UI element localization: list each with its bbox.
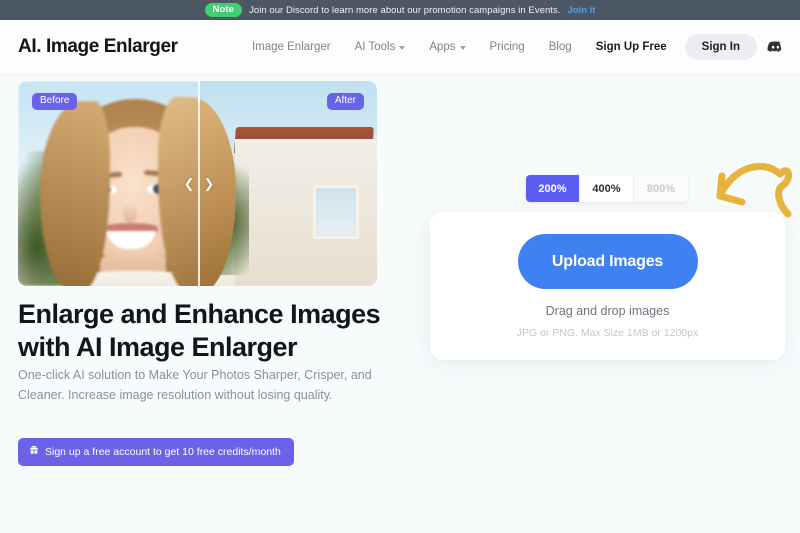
upload-images-button[interactable]: Upload Images — [517, 234, 698, 289]
banner-text: Join our Discord to learn more about our… — [249, 4, 561, 16]
before-image — [18, 81, 198, 286]
before-after-comparison[interactable]: ❮ ❯ Before After — [18, 81, 377, 286]
discord-icon[interactable] — [767, 39, 784, 56]
free-credits-label: Sign up a free account to get 10 free cr… — [45, 445, 281, 458]
nav-item-blog[interactable]: Blog — [537, 41, 584, 53]
banner-join-link[interactable]: Join it — [567, 5, 595, 16]
nav-item-image-enlarger[interactable]: Image Enlarger — [240, 41, 343, 53]
note-badge: Note — [204, 2, 243, 18]
nav-item-pricing[interactable]: Pricing — [478, 41, 537, 53]
scale-selector: 200% 400% 800% — [526, 175, 688, 202]
nav-label: Blog — [548, 41, 572, 53]
file-requirements-label: JPG or PNG. Max Size 1MB or 1200px — [516, 327, 699, 339]
nose-shape — [123, 203, 137, 223]
nav-label: Pricing — [489, 41, 525, 53]
window-shape — [313, 185, 359, 239]
page-title: Enlarge and Enhance Images with AI Image… — [18, 299, 381, 362]
sign-in-button[interactable]: Sign In — [684, 34, 757, 60]
hair-front-left — [40, 101, 110, 286]
before-badge: Before — [32, 93, 78, 110]
nav-label: AI Tools — [354, 41, 396, 53]
chevron-left-icon: ❮ — [183, 175, 195, 191]
upload-dropzone[interactable]: Upload Images Drag and drop images JPG o… — [430, 212, 785, 360]
site-header: AI. Image Enlarger Image Enlarger AI Too… — [0, 20, 800, 75]
chevron-down-icon — [399, 46, 406, 50]
after-badge: After — [326, 93, 364, 110]
nav-item-sign-up-free[interactable]: Sign Up Free — [584, 41, 679, 53]
nav-label: Sign Up Free — [595, 41, 667, 53]
nav-label: Image Enlarger — [251, 41, 331, 53]
drag-drop-label: Drag and drop images — [545, 304, 670, 318]
scale-option-400[interactable]: 400% — [580, 175, 634, 202]
main-nav: Image Enlarger AI Tools Apps Pricing Blo… — [240, 34, 788, 60]
nav-label: Apps — [429, 41, 456, 53]
scale-option-800: 800% — [634, 175, 688, 202]
nav-item-ai-tools[interactable]: AI Tools — [343, 41, 418, 53]
nav-item-apps[interactable]: Apps — [417, 41, 477, 53]
page-subtitle: One-click AI solution to Make Your Photo… — [18, 368, 372, 403]
scale-option-200[interactable]: 200% — [526, 175, 580, 202]
free-credits-button[interactable]: Sign up a free account to get 10 free cr… — [18, 438, 294, 466]
after-photo — [198, 81, 377, 286]
comparison-slider-handle[interactable]: ❮ ❯ — [179, 173, 219, 193]
chevron-down-icon — [459, 46, 466, 50]
promo-banner: Note Join our Discord to learn more abou… — [0, 0, 800, 20]
chevron-right-icon: ❯ — [203, 175, 215, 191]
site-logo[interactable]: AI. Image Enlarger — [18, 36, 178, 58]
gift-icon — [29, 445, 39, 458]
page-root: Note Join our Discord to learn more abou… — [0, 0, 800, 533]
before-photo — [18, 81, 198, 286]
after-image — [198, 81, 377, 286]
